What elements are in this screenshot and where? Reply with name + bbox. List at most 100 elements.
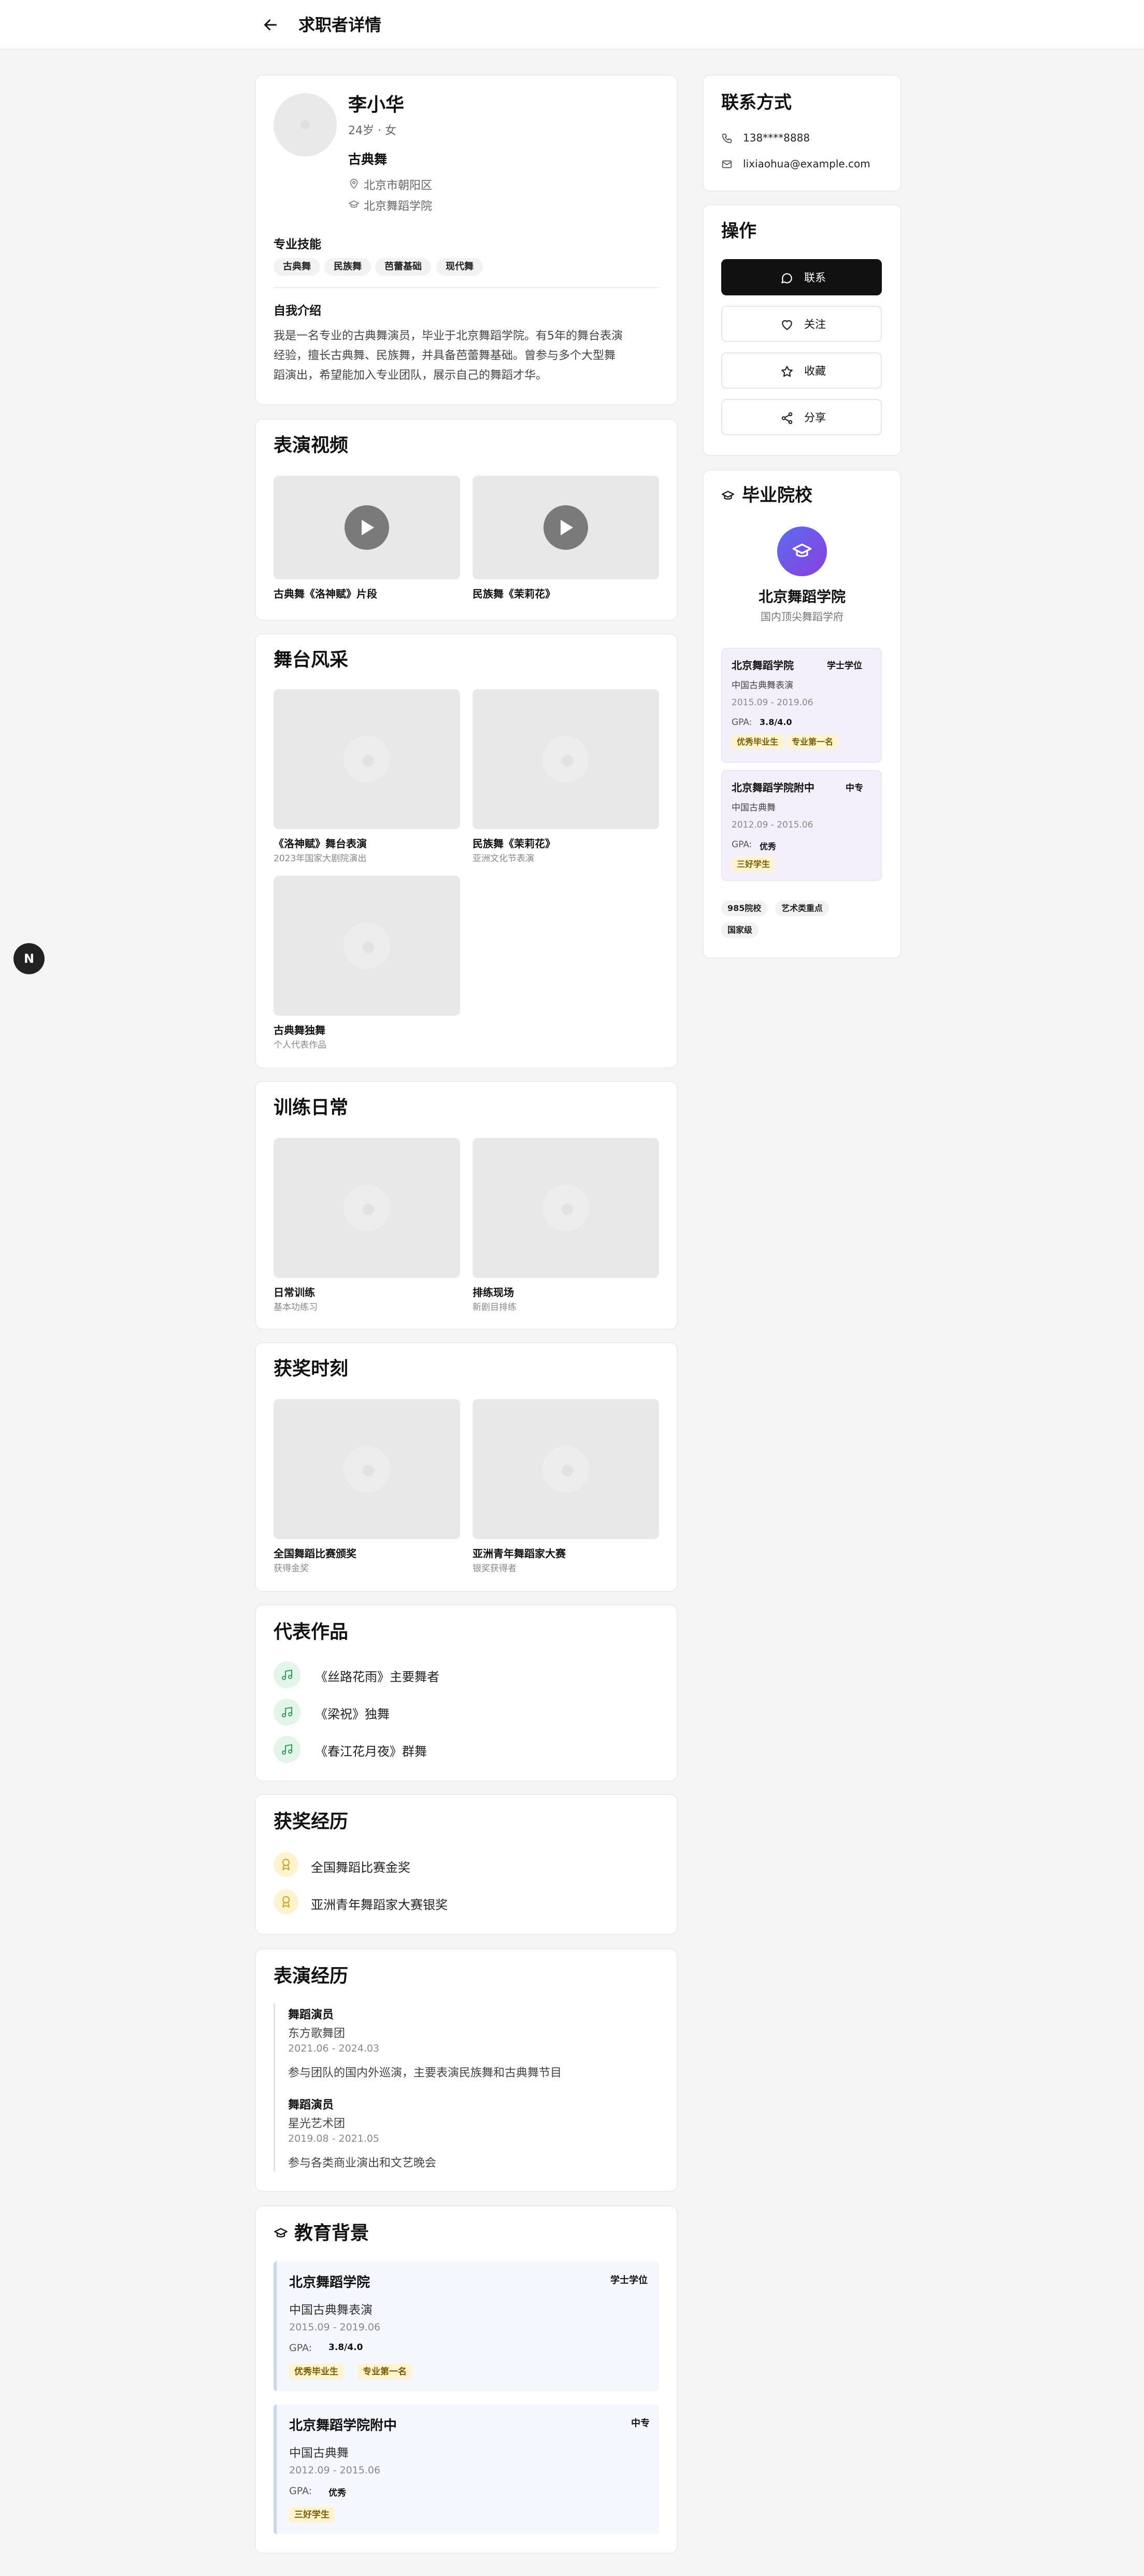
back-arrow-icon[interactable] — [261, 16, 280, 34]
floating-badge[interactable]: N — [13, 943, 45, 974]
photo-caption: 亚洲青年舞蹈家大赛 — [473, 1547, 566, 1560]
skill-tag: 民族舞 — [324, 258, 371, 276]
avatar — [274, 93, 337, 156]
education-major: 中国古典舞 — [289, 2446, 349, 2460]
play-button-icon[interactable] — [544, 505, 588, 550]
videos-title: 表演视频 — [274, 435, 349, 456]
share-button-label: 分享 — [804, 411, 826, 424]
video-thumbnail[interactable] — [274, 476, 460, 579]
share-button[interactable]: 分享 — [721, 399, 882, 435]
photo-thumbnail[interactable] — [274, 876, 460, 1016]
education-period: 2015.09 - 2019.06 — [732, 698, 813, 708]
phone-icon — [722, 133, 732, 144]
photo-thumbnail[interactable] — [473, 1399, 659, 1539]
photo-subcaption: 基本功练习 — [274, 1302, 318, 1313]
contact-title: 联系方式 — [721, 92, 792, 113]
profile-dance-type: 古典舞 — [348, 152, 388, 167]
awards-title: 获奖经历 — [274, 1811, 349, 1832]
photo-subcaption: 个人代表作品 — [274, 1040, 326, 1050]
photo-caption: 《洛神赋》舞台表演 — [274, 837, 367, 850]
education-title: 教育背景 — [294, 2223, 369, 2244]
experience-org: 东方歌舞团 — [288, 2027, 346, 2040]
floating-badge-label: N — [23, 951, 35, 966]
honor-badge: 专业第一名 — [358, 2364, 412, 2380]
training-title: 训练日常 — [274, 1097, 349, 1118]
skill-tag: 现代舞 — [436, 258, 483, 276]
education-major: 中国古典舞表演 — [732, 680, 793, 691]
graduation-cap-icon — [792, 544, 812, 557]
photo-thumbnail[interactable] — [473, 689, 659, 829]
photo-subcaption: 新剧目排练 — [473, 1302, 517, 1313]
experience-role: 舞蹈演员 — [288, 2099, 334, 2112]
education-period: 2012.09 - 2015.06 — [289, 2465, 381, 2476]
experience-title: 表演经历 — [274, 1966, 349, 1987]
top-bar: 求职者详情 — [0, 0, 1144, 50]
honor-badge: 优秀毕业生 — [289, 2364, 344, 2380]
follow-button[interactable]: 关注 — [721, 306, 882, 342]
stage-title: 舞台风采 — [274, 649, 349, 671]
experience-role: 舞蹈演员 — [288, 2009, 334, 2022]
work-item: 《丝路花雨》主要舞者 — [315, 1670, 439, 1684]
play-button-icon[interactable] — [345, 505, 389, 550]
music-note-icon — [274, 1736, 301, 1763]
video-thumbnail[interactable] — [473, 476, 659, 579]
contact-button[interactable]: 联系 — [721, 259, 882, 295]
favorite-button[interactable]: 收藏 — [721, 352, 882, 389]
graduation-cap-icon — [348, 200, 360, 208]
school-tag: 985院校 — [721, 901, 768, 916]
music-note-icon — [274, 1661, 301, 1688]
contact-email[interactable]: lixiaohua@example.com — [743, 158, 870, 170]
gpa-value: 3.8/4.0 — [760, 717, 792, 727]
graduation-cap-icon — [274, 2228, 288, 2238]
experience-desc: 参与各类商业演出和文艺晚会 — [288, 2157, 437, 2170]
favorite-button-label: 收藏 — [804, 365, 826, 377]
music-note-icon — [274, 1699, 301, 1726]
works-title: 代表作品 — [274, 1621, 349, 1643]
skill-tag: 古典舞 — [274, 258, 320, 276]
gpa-value: 优秀 — [328, 2488, 346, 2498]
divider — [274, 287, 659, 288]
education-period: 2012.09 - 2015.06 — [732, 820, 813, 830]
education-degree: 中专 — [631, 2418, 650, 2429]
education-major: 中国古典舞表演 — [289, 2303, 373, 2317]
contact-button-label: 联系 — [804, 272, 826, 284]
profile-location: 北京市朝阳区 — [364, 179, 433, 192]
photo-thumbnail[interactable] — [473, 1138, 659, 1278]
award-moments-title: 获奖时刻 — [274, 1358, 349, 1379]
intro-line: 经验，擅长古典舞、民族舞，并具备芭蕾舞基础。曾参与多个大型舞 — [274, 349, 616, 362]
video-caption: 民族舞《茉莉花》 — [473, 588, 555, 600]
skills-title: 专业技能 — [274, 238, 321, 251]
video-caption: 古典舞《洛神赋》片段 — [274, 588, 377, 600]
photo-caption: 全国舞蹈比赛颁奖 — [274, 1547, 356, 1560]
graduate-title: 毕业院校 — [742, 485, 812, 506]
star-icon — [781, 366, 793, 377]
photo-caption: 排练现场 — [473, 1286, 514, 1299]
honor-badge: 三好学生 — [289, 2507, 335, 2523]
experience-org: 星光艺术团 — [288, 2117, 346, 2130]
honor-badge: 专业第一名 — [786, 735, 839, 749]
school-logo — [777, 526, 827, 576]
contact-phone[interactable]: 138****8888 — [743, 132, 810, 144]
share-icon — [781, 412, 793, 424]
education-period: 2015.09 - 2019.06 — [289, 2322, 381, 2333]
follow-button-label: 关注 — [804, 318, 826, 331]
profile-name: 李小华 — [348, 94, 405, 116]
gpa-label: GPA: — [289, 2342, 312, 2354]
photo-caption: 日常训练 — [274, 1286, 315, 1299]
education-school: 北京舞蹈学院附中 — [732, 781, 814, 794]
photo-thumbnail[interactable] — [274, 1399, 460, 1539]
medal-icon — [274, 1852, 298, 1877]
profile-age-gender: 24岁 · 女 — [348, 124, 396, 137]
gpa-value: 3.8/4.0 — [328, 2342, 363, 2353]
timeline-line — [274, 2003, 275, 2171]
gpa-value: 优秀 — [760, 842, 777, 851]
honor-badge: 三好学生 — [732, 857, 776, 872]
education-school: 北京舞蹈学院附中 — [289, 2418, 397, 2433]
photo-thumbnail[interactable] — [274, 1138, 460, 1278]
photo-thumbnail[interactable] — [274, 689, 460, 829]
award-item: 亚洲青年舞蹈家大赛银奖 — [311, 1898, 448, 1912]
education-degree: 中专 — [846, 783, 863, 793]
skill-tag: 芭蕾基础 — [375, 258, 431, 276]
image-placeholder-icon — [344, 1446, 390, 1492]
education-school: 北京舞蹈学院 — [732, 659, 794, 672]
